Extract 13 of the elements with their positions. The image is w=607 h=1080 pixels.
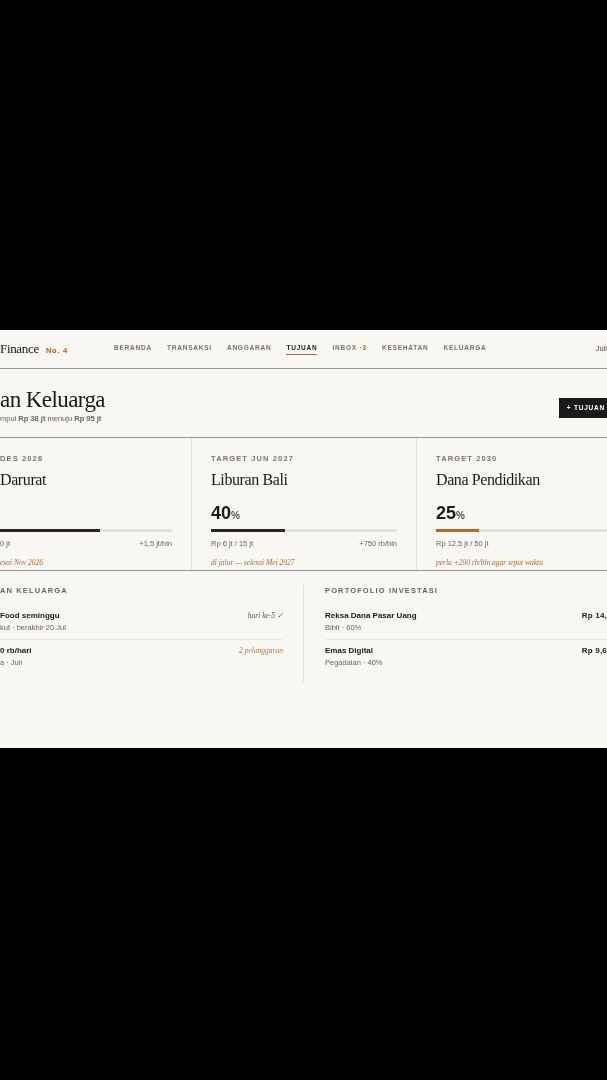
challenge-title: Food seminggu [0,610,61,623]
challenge-title: 0 rb/hari [0,644,32,657]
goal-percent: 25% [436,504,465,523]
investment-value: Rp 9,6 [581,644,607,657]
goal-name: Darurat [0,470,48,491]
goal-name: Dana Pendidikan [436,470,541,491]
page-title: an Keluarga [0,386,105,413]
goal-percent: 40% [211,504,240,523]
investment-value: Rp 14, [581,610,607,623]
brand-name: Finance [0,340,39,359]
goal-name: Liburan Bali [211,470,289,491]
investment-title: Emas Digital [325,644,374,657]
investment-title: Reksa Dana Pasar Uang [325,610,417,623]
